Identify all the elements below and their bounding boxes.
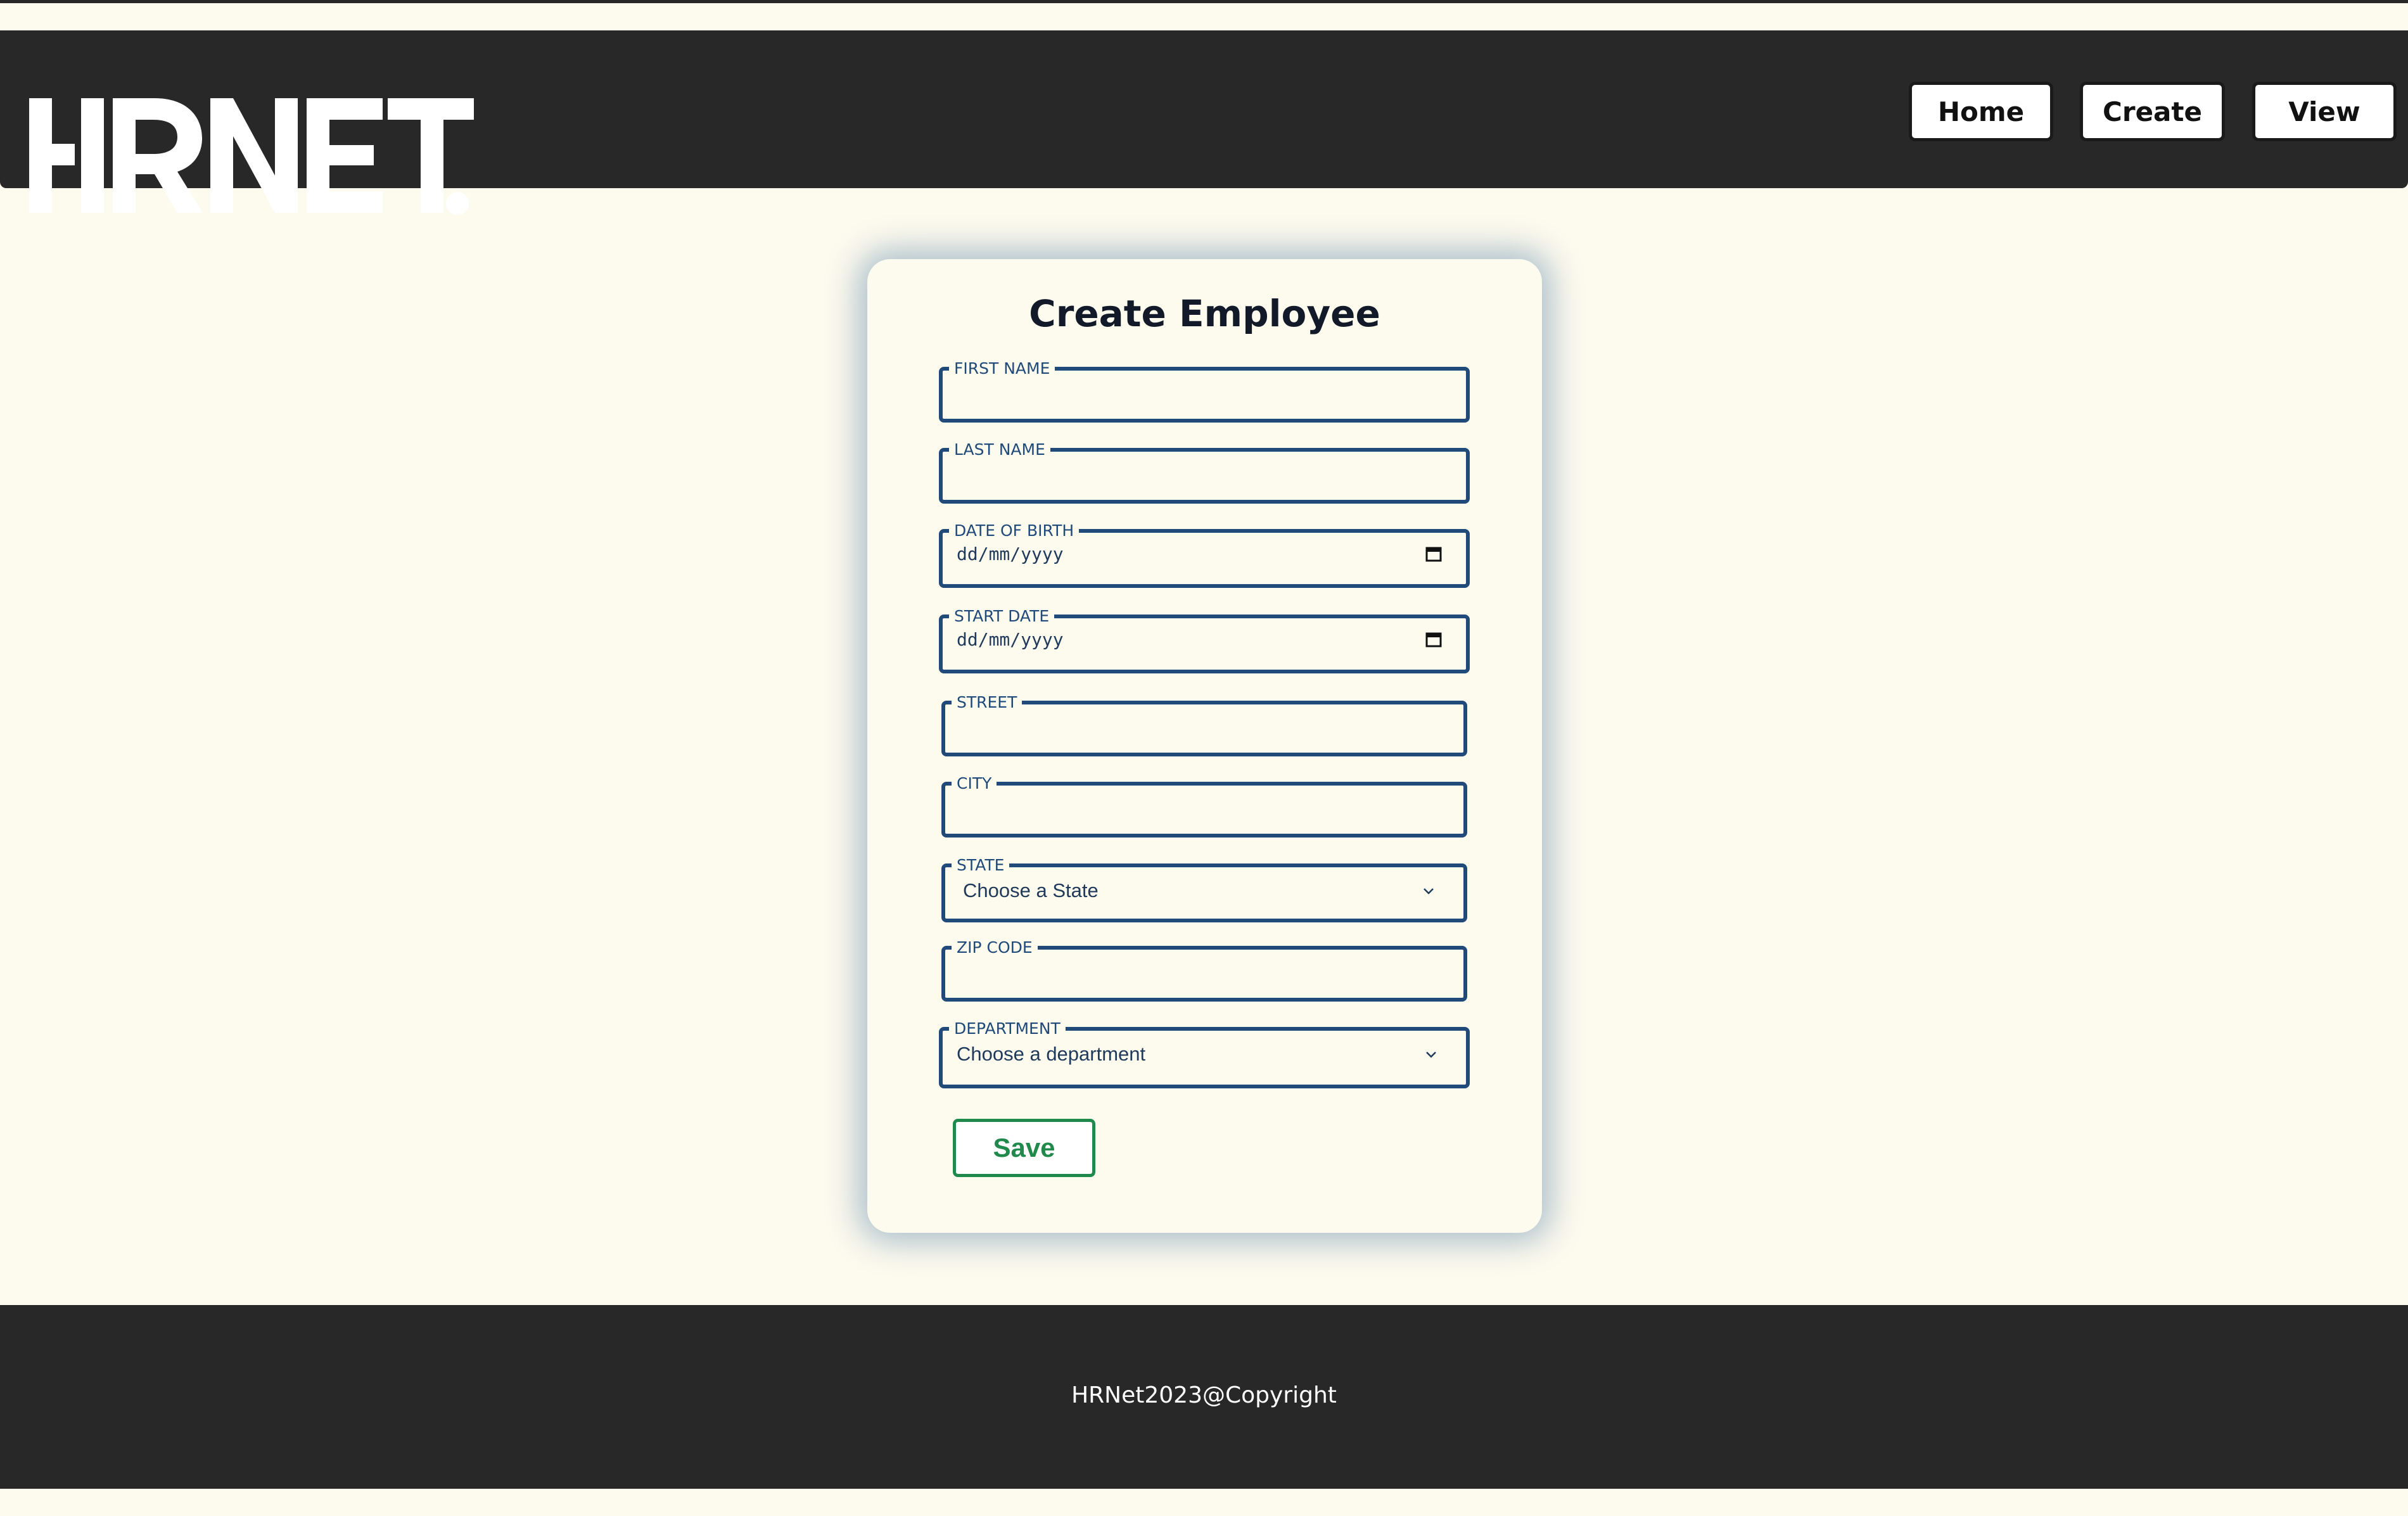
state-selected-value: Choose a State: [963, 879, 1099, 901]
state-select[interactable]: Choose a State: [959, 874, 1449, 907]
zip-code-label: ZIP CODE: [957, 938, 1033, 957]
date-of-birth-input[interactable]: dd/mm/yyyy: [957, 537, 1452, 570]
city-label: CITY: [957, 774, 992, 793]
nav-create-button[interactable]: Create: [2080, 82, 2225, 141]
date-of-birth-fieldset: DATE OF BIRTH dd/mm/yyyy: [939, 522, 1470, 588]
site-header: Home Create View: [0, 30, 2408, 215]
start-date-input[interactable]: dd/mm/yyyy: [957, 623, 1452, 656]
first-name-fieldset: FIRST NAME: [939, 360, 1470, 423]
street-input[interactable]: [959, 711, 1449, 744]
city-input[interactable]: [959, 793, 1449, 825]
page-title: Create Employee: [1029, 292, 1380, 335]
first-name-input[interactable]: [957, 378, 1452, 411]
street-fieldset: STREET: [941, 694, 1467, 756]
start-date-fieldset: START DATE dd/mm/yyyy: [939, 608, 1470, 673]
chevron-down-icon: [1423, 1046, 1439, 1062]
save-button[interactable]: Save: [953, 1119, 1095, 1177]
state-fieldset: STATE Choose a State: [941, 857, 1467, 922]
city-fieldset: CITY: [941, 775, 1467, 838]
site-footer: HRNet2023@Copyright: [0, 1305, 2408, 1489]
start-date-label: START DATE: [954, 607, 1050, 625]
department-selected-value: Choose a department: [957, 1043, 1146, 1065]
first-name-label: FIRST NAME: [954, 359, 1050, 378]
zip-code-fieldset: ZIP CODE: [941, 939, 1467, 1002]
create-employee-card: Create Employee FIRST NAME LAST NAME DAT…: [867, 259, 1542, 1233]
hrnet-logo[interactable]: [28, 67, 484, 219]
calendar-icon[interactable]: [1425, 631, 1442, 647]
nav-home-button[interactable]: Home: [1909, 82, 2053, 141]
zip-code-input[interactable]: [959, 957, 1449, 990]
last-name-label: LAST NAME: [954, 440, 1045, 459]
state-label: STATE: [957, 856, 1005, 874]
date-of-birth-label: DATE OF BIRTH: [954, 521, 1074, 540]
copyright-text: HRNet2023@Copyright: [1071, 1382, 1337, 1408]
street-label: STREET: [957, 693, 1017, 711]
department-label: DEPARTMENT: [954, 1019, 1061, 1038]
last-name-input[interactable]: [957, 459, 1452, 492]
last-name-fieldset: LAST NAME: [939, 441, 1470, 504]
nav-view-button[interactable]: View: [2252, 82, 2397, 141]
start-date-placeholder: dd/mm/yyyy: [957, 628, 1064, 650]
top-border-line: [0, 0, 2408, 3]
calendar-icon[interactable]: [1425, 545, 1442, 562]
date-of-birth-placeholder: dd/mm/yyyy: [957, 543, 1064, 564]
department-select[interactable]: Choose a department: [957, 1038, 1452, 1071]
department-fieldset: DEPARTMENT Choose a department: [939, 1020, 1470, 1088]
chevron-down-icon: [1420, 882, 1437, 899]
